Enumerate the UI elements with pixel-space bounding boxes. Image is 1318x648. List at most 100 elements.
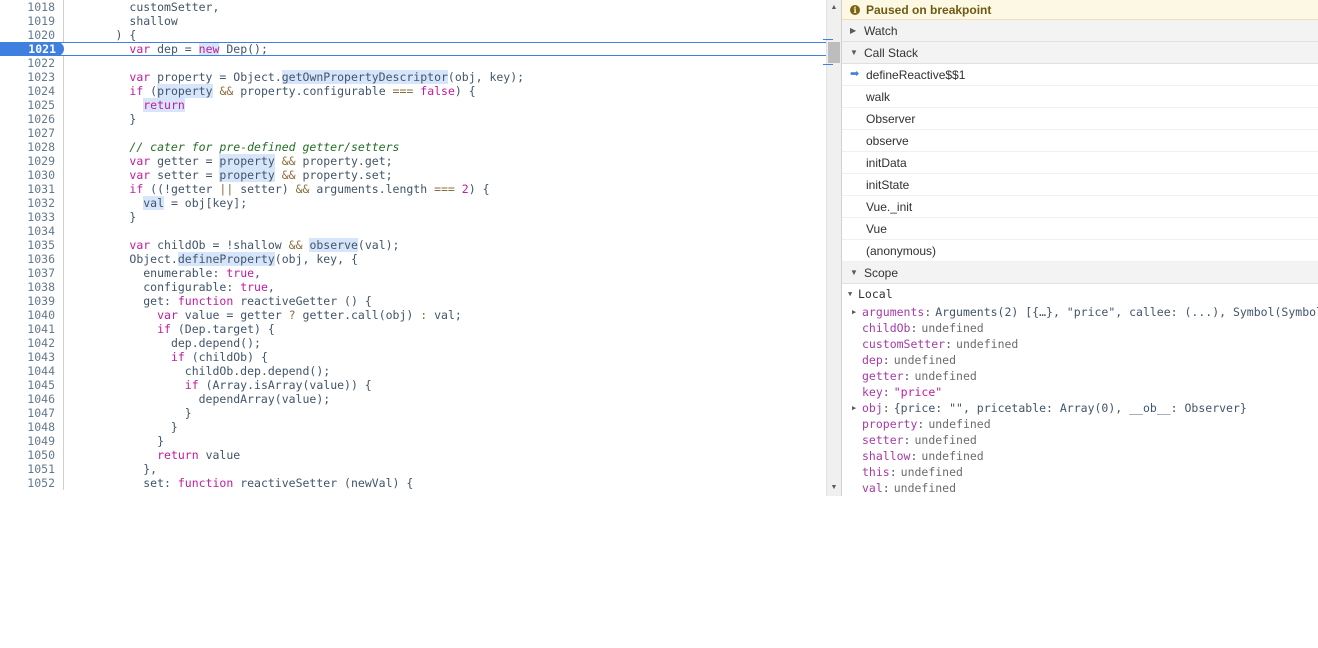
line-number[interactable]: 1052 bbox=[0, 476, 64, 490]
scope-variable-value[interactable]: undefined bbox=[924, 416, 990, 432]
code-line-text[interactable] bbox=[64, 56, 826, 70]
scope-variable-value[interactable]: undefined bbox=[910, 368, 976, 384]
code-line[interactable]: 1041 if (Dep.target) { bbox=[0, 322, 826, 336]
scrollbar-down-arrow-icon[interactable]: ▼ bbox=[827, 480, 841, 494]
line-number[interactable]: 1037 bbox=[0, 266, 64, 280]
scope-variable-row[interactable]: ▶ obj: {price: "", pricetable: Array(0), _… bbox=[842, 400, 1318, 416]
code-line-text[interactable]: Object.defineProperty(obj, key, { bbox=[64, 252, 826, 266]
scope-variables-list[interactable]: ▶ arguments: Arguments(2) [{…}, "price", c… bbox=[842, 304, 1318, 496]
code-line-text[interactable]: var dep = new Dep(); bbox=[64, 42, 826, 56]
code-line[interactable]: 1019 shallow bbox=[0, 14, 826, 28]
code-line-text[interactable]: } bbox=[64, 406, 826, 420]
scope-local-header[interactable]: ▼ Local bbox=[842, 284, 1318, 304]
code-line-text[interactable]: customSetter, bbox=[64, 0, 826, 14]
code-line[interactable]: 1026 } bbox=[0, 112, 826, 126]
scope-variable-value[interactable]: undefined bbox=[917, 448, 983, 464]
line-number[interactable]: 1045 bbox=[0, 378, 64, 392]
line-number[interactable]: 1046 bbox=[0, 392, 64, 406]
code-line[interactable]: 1042 dep.depend(); bbox=[0, 336, 826, 350]
scope-variable-value[interactable]: undefined bbox=[897, 464, 963, 480]
line-number[interactable]: 1048 bbox=[0, 420, 64, 434]
scope-variable-value[interactable]: undefined bbox=[910, 432, 976, 448]
line-number[interactable]: 1036 bbox=[0, 252, 64, 266]
scrollbar-up-arrow-icon[interactable]: ▲ bbox=[827, 0, 841, 14]
line-number[interactable]: 1040 bbox=[0, 308, 64, 322]
scope-variable-value[interactable]: "price" bbox=[890, 384, 942, 400]
scope-variable-value[interactable]: {price: "", pricetable: Array(0), __ob__… bbox=[890, 400, 1247, 416]
call-stack-list[interactable]: ➡defineReactive$$1➡walk➡Observer➡observe… bbox=[842, 64, 1318, 262]
line-number[interactable]: 1038 bbox=[0, 280, 64, 294]
code-line[interactable]: 1039 get: function reactiveGetter () { bbox=[0, 294, 826, 308]
line-number[interactable]: 1043 bbox=[0, 350, 64, 364]
code-line-text[interactable] bbox=[64, 224, 826, 238]
scope-variable-row[interactable]: ▶dep:undefined bbox=[842, 352, 1318, 368]
scope-variable-row[interactable]: ▶getter:undefined bbox=[842, 368, 1318, 384]
line-number[interactable]: 1022 bbox=[0, 56, 64, 70]
scope-section-header[interactable]: ▼ Scope bbox=[842, 262, 1318, 284]
chevron-right-icon[interactable]: ▶ bbox=[852, 308, 862, 316]
scope-variable-value[interactable]: undefined bbox=[890, 352, 956, 368]
code-line-text[interactable] bbox=[64, 126, 826, 140]
line-number[interactable]: 1025 bbox=[0, 98, 64, 112]
scope-variable-value[interactable]: Arguments(2) [{…}, "price", callee: (...… bbox=[931, 304, 1318, 320]
line-number[interactable]: 1044 bbox=[0, 364, 64, 378]
line-number[interactable]: 1047 bbox=[0, 406, 64, 420]
code-line-text[interactable]: if (Dep.target) { bbox=[64, 322, 826, 336]
scrollbar-thumb[interactable] bbox=[828, 42, 840, 63]
line-number[interactable]: 1049 bbox=[0, 434, 64, 448]
line-number[interactable]: 1050 bbox=[0, 448, 64, 462]
code-line[interactable]: 1031 if ((!getter || setter) && argument… bbox=[0, 182, 826, 196]
code-line-text[interactable]: get: function reactiveGetter () { bbox=[64, 294, 826, 308]
scope-variable-row[interactable]: ▶shallow:undefined bbox=[842, 448, 1318, 464]
scope-variable-row[interactable]: ▶customSetter:undefined bbox=[842, 336, 1318, 352]
code-line[interactable]: 1045 if (Array.isArray(value)) { bbox=[0, 378, 826, 392]
code-line[interactable]: 1044 childOb.dep.depend(); bbox=[0, 364, 826, 378]
line-number[interactable]: 1020 bbox=[0, 28, 64, 42]
scope-variable-value[interactable]: undefined bbox=[890, 480, 956, 496]
code-line[interactable]: 1049 } bbox=[0, 434, 826, 448]
code-line[interactable]: 1020 ) { bbox=[0, 28, 826, 42]
code-line-text[interactable]: return value bbox=[64, 448, 826, 462]
code-line-text[interactable]: dependArray(value); bbox=[64, 392, 826, 406]
code-line-text[interactable]: } bbox=[64, 112, 826, 126]
call-stack-frame[interactable]: ➡ defineReactive$$1 bbox=[842, 64, 1318, 86]
code-line-executing[interactable]: 1021 var dep = new Dep(); bbox=[0, 42, 826, 56]
code-line[interactable]: 1032 val = obj[key]; bbox=[0, 196, 826, 210]
code-line[interactable]: 1034 bbox=[0, 224, 826, 238]
scope-variable-value[interactable]: undefined bbox=[952, 336, 1018, 352]
code-line[interactable]: 1052 set: function reactiveSetter (newVa… bbox=[0, 476, 826, 490]
code-line-text[interactable]: childOb.dep.depend(); bbox=[64, 364, 826, 378]
call-stack-frame[interactable]: ➡initData bbox=[842, 152, 1318, 174]
code-line-text[interactable]: enumerable: true, bbox=[64, 266, 826, 280]
code-line[interactable]: 1043 if (childOb) { bbox=[0, 350, 826, 364]
line-number[interactable]: 1033 bbox=[0, 210, 64, 224]
call-stack-frame[interactable]: ➡Vue bbox=[842, 218, 1318, 240]
code-line-text[interactable]: val = obj[key]; bbox=[64, 196, 826, 210]
line-number[interactable]: 1032 bbox=[0, 196, 64, 210]
code-line-text[interactable]: if ((!getter || setter) && arguments.len… bbox=[64, 182, 826, 196]
code-line[interactable]: 1047 } bbox=[0, 406, 826, 420]
code-line[interactable]: 1025 return bbox=[0, 98, 826, 112]
code-line[interactable]: 1033 } bbox=[0, 210, 826, 224]
code-line[interactable]: 1051 }, bbox=[0, 462, 826, 476]
source-code-editor[interactable]: 1018 customSetter, 1019 shallow 1020 ) {10… bbox=[0, 0, 826, 496]
call-stack-frame[interactable]: ➡observe bbox=[842, 130, 1318, 152]
call-stack-section-header[interactable]: ▼ Call Stack bbox=[842, 42, 1318, 64]
line-number[interactable]: 1021 bbox=[0, 42, 64, 56]
call-stack-frame[interactable]: ➡Observer bbox=[842, 108, 1318, 130]
editor-vertical-scrollbar[interactable]: ▲ ▼ bbox=[823, 0, 841, 496]
line-number[interactable]: 1051 bbox=[0, 462, 64, 476]
code-line-text[interactable]: var property = Object.getOwnPropertyDesc… bbox=[64, 70, 826, 84]
code-line-text[interactable]: } bbox=[64, 434, 826, 448]
scope-variable-row[interactable]: ▶this:undefined bbox=[842, 464, 1318, 480]
line-number[interactable]: 1034 bbox=[0, 224, 64, 238]
code-line[interactable]: 1038 configurable: true, bbox=[0, 280, 826, 294]
code-line-text[interactable]: shallow bbox=[64, 14, 826, 28]
code-line-text[interactable]: } bbox=[64, 420, 826, 434]
code-line-text[interactable]: configurable: true, bbox=[64, 280, 826, 294]
code-line-text[interactable]: }, bbox=[64, 462, 826, 476]
line-number[interactable]: 1029 bbox=[0, 154, 64, 168]
line-number[interactable]: 1042 bbox=[0, 336, 64, 350]
call-stack-frame[interactable]: ➡(anonymous) bbox=[842, 240, 1318, 262]
code-line-text[interactable]: } bbox=[64, 210, 826, 224]
